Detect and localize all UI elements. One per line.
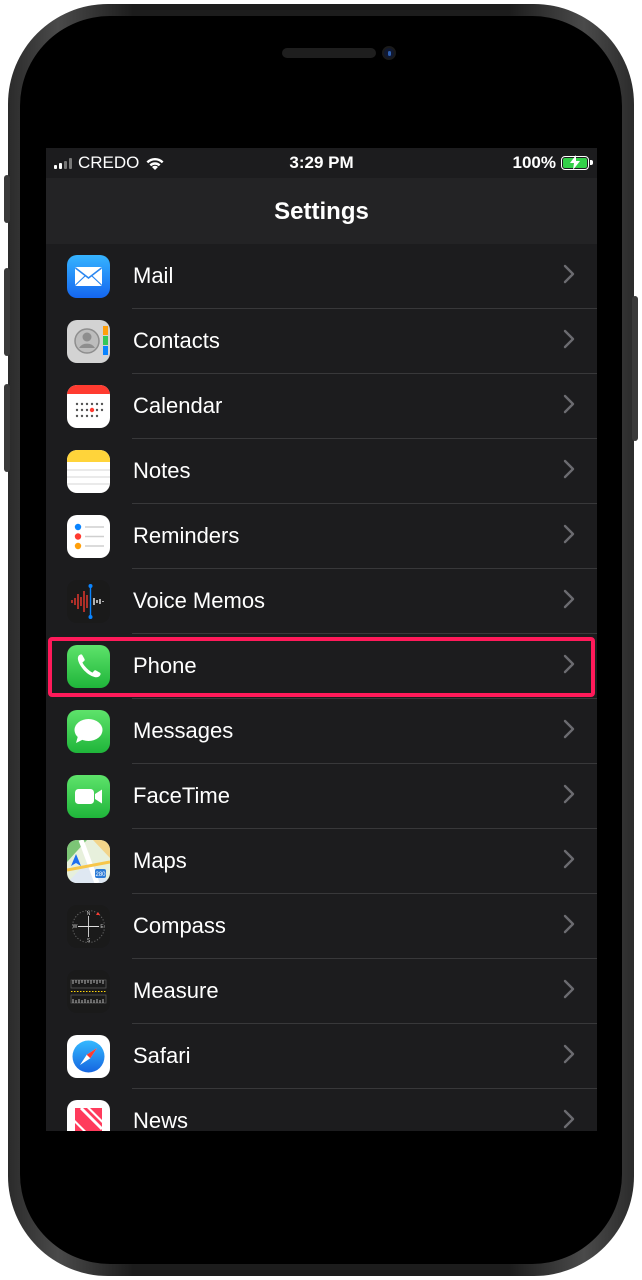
- compass-icon: NSWE: [67, 905, 110, 948]
- page-title: Settings: [274, 198, 369, 225]
- settings-row-maps[interactable]: 280 Maps: [46, 829, 597, 894]
- settings-row-label: Phone: [133, 653, 197, 678]
- chevron-right-icon: [563, 1109, 575, 1129]
- settings-row-measure[interactable]: Measure: [46, 959, 597, 1024]
- settings-row-safari[interactable]: Safari: [46, 1024, 597, 1089]
- settings-row-reminders[interactable]: Reminders: [46, 504, 597, 569]
- settings-row-label: Calendar: [133, 393, 223, 418]
- chevron-right-icon: [563, 914, 575, 934]
- settings-row-label: FaceTime: [133, 783, 230, 808]
- settings-row-label: Mail: [133, 263, 174, 288]
- settings-row-notes[interactable]: Notes: [46, 439, 597, 504]
- settings-row-phone[interactable]: Phone: [46, 634, 597, 699]
- notes-icon: [67, 450, 110, 493]
- power-button: [632, 296, 638, 441]
- chevron-right-icon: [563, 784, 575, 804]
- svg-text:W: W: [73, 924, 78, 930]
- settings-row-calendar[interactable]: Calendar: [46, 374, 597, 439]
- chevron-right-icon: [563, 849, 575, 869]
- settings-row-compass[interactable]: N S W E Compass: [46, 894, 597, 959]
- settings-list: Mail Contacts Calendar Notes Reminders Voice …: [46, 244, 597, 1131]
- chevron-right-icon: [563, 264, 575, 284]
- volume-up-button: [4, 268, 10, 356]
- settings-row-label: Compass: [133, 913, 226, 938]
- measure-icon: [67, 970, 110, 1013]
- messages-icon: [67, 710, 110, 753]
- navigation-bar: Settings: [46, 178, 597, 245]
- facetime-icon: [67, 775, 110, 818]
- battery-charging-icon: [561, 155, 593, 170]
- silent-switch: [4, 175, 10, 223]
- settings-row-label: Contacts: [133, 328, 220, 353]
- settings-row-label: News: [133, 1108, 189, 1131]
- settings-row-contacts[interactable]: Contacts: [46, 309, 597, 374]
- settings-row-label: Safari: [133, 1043, 191, 1068]
- settings-row-mail[interactable]: Mail: [46, 244, 597, 309]
- settings-row-label: Reminders: [133, 523, 240, 548]
- volume-down-button: [4, 384, 10, 472]
- svg-text:N: N: [87, 911, 91, 917]
- chevron-right-icon: [563, 394, 575, 414]
- settings-row-voice-memos[interactable]: Voice Memos: [46, 569, 597, 634]
- status-right: 100%: [512, 153, 593, 173]
- earpiece-speaker: [282, 48, 376, 58]
- settings-row-label: Voice Memos: [133, 588, 266, 613]
- voice-memos-icon: [67, 580, 110, 623]
- chevron-right-icon: [563, 329, 575, 349]
- settings-row-label: Maps: [133, 848, 187, 873]
- chevron-right-icon: [563, 654, 575, 674]
- phone-icon: [67, 645, 110, 688]
- settings-row-label: Notes: [133, 458, 191, 483]
- settings-row-facetime[interactable]: FaceTime: [46, 764, 597, 829]
- chevron-right-icon: [563, 524, 575, 544]
- settings-row-label: Messages: [133, 718, 234, 743]
- battery-percent: 100%: [512, 153, 556, 172]
- contacts-icon: [67, 320, 110, 363]
- chevron-right-icon: [563, 1044, 575, 1064]
- front-camera: [382, 46, 396, 60]
- safari-icon: [67, 1035, 110, 1078]
- reminders-icon: [67, 515, 110, 558]
- mail-icon: [67, 255, 110, 298]
- settings-row-label: Measure: [133, 978, 219, 1003]
- news-icon: [67, 1100, 110, 1131]
- screen: CREDO 3:29 PM 100% Settings Mail Contacts…: [46, 148, 597, 1131]
- chevron-right-icon: [563, 459, 575, 479]
- chevron-right-icon: [563, 589, 575, 609]
- status-bar: CREDO 3:29 PM 100%: [46, 148, 597, 178]
- chevron-right-icon: [563, 719, 575, 739]
- chevron-right-icon: [563, 979, 575, 999]
- maps-icon: 280: [67, 840, 110, 883]
- settings-row-news[interactable]: News: [46, 1089, 597, 1131]
- calendar-icon: [67, 385, 110, 428]
- settings-row-messages[interactable]: Messages: [46, 699, 597, 764]
- svg-text:280: 280: [95, 872, 106, 878]
